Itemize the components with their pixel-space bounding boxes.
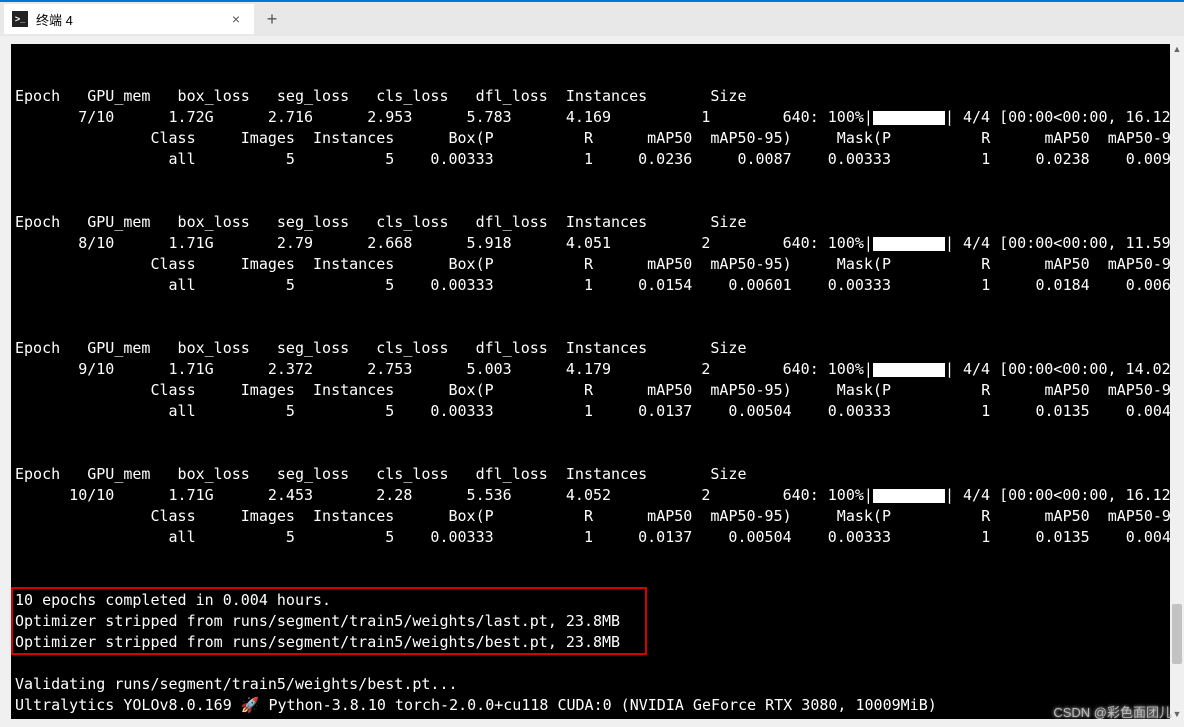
close-icon[interactable]: × [228,11,244,27]
progress-bar [873,111,945,125]
scroll-thumb[interactable] [1172,604,1182,664]
epoch-block: Epoch GPU_mem box_loss seg_loss cls_loss… [15,213,1170,294]
scrollbar[interactable]: ▲ ▼ [1172,44,1182,719]
tab-title: 终端 4 [36,10,73,29]
progress-bar [873,237,945,251]
progress-bar [873,489,945,503]
watermark: CSDN @彩色面团儿 [1053,702,1172,721]
epoch-block: Epoch GPU_mem box_loss seg_loss cls_loss… [15,339,1170,420]
epoch-block: Epoch GPU_mem box_loss seg_loss cls_loss… [15,465,1170,546]
tab-bar: >_ 终端 4 × + [0,0,1184,36]
terminal-icon: >_ [12,11,28,27]
terminal-tab[interactable]: >_ 终端 4 × [4,4,254,34]
scroll-down-icon[interactable]: ▼ [1172,709,1182,719]
epoch-block: Epoch GPU_mem box_loss seg_loss cls_loss… [15,87,1170,168]
terminal-area[interactable]: Epoch GPU_mem box_loss seg_loss cls_loss… [11,44,1170,719]
progress-bar [873,363,945,377]
window: >_ 终端 4 × + Epoch GPU_mem box_loss seg_l… [0,0,1184,727]
new-tab-button[interactable]: + [258,5,286,33]
scroll-up-icon[interactable]: ▲ [1172,44,1182,54]
terminal-output: Epoch GPU_mem box_loss seg_loss cls_loss… [11,44,1170,719]
completion-block: 10 epochs completed in 0.004 hours. Opti… [15,591,620,651]
